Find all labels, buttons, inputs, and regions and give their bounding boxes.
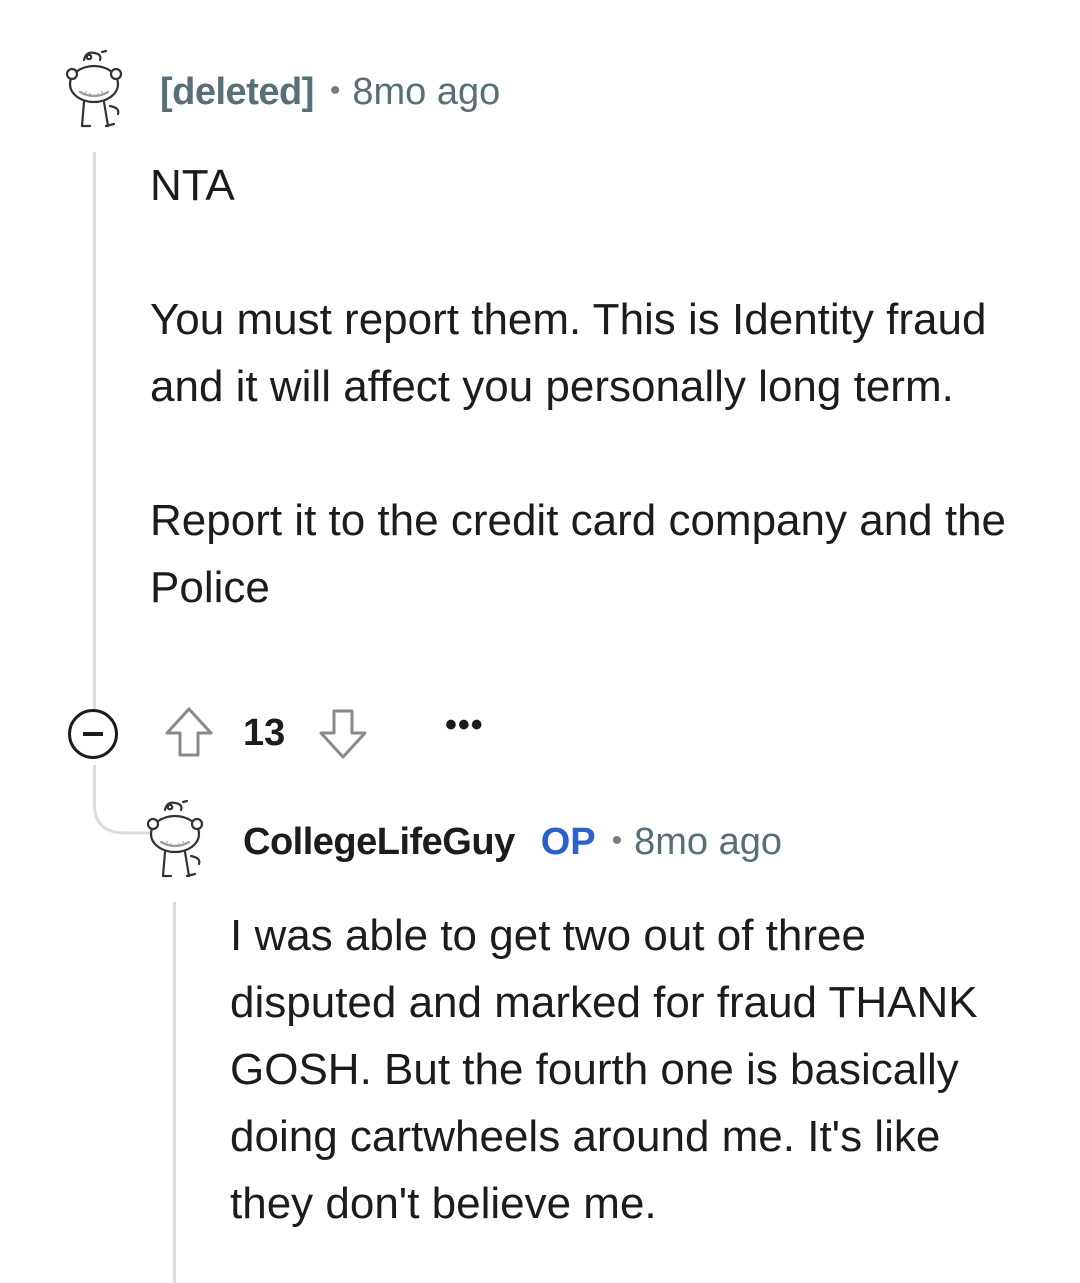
op-badge: OP [540, 821, 596, 863]
comment-meta: [deleted] • 8mo ago [160, 70, 500, 117]
meta-separator: • [329, 74, 341, 107]
comment-author[interactable]: [deleted] [160, 71, 314, 113]
comment-body: I was able to get two out of three dispu… [230, 902, 1010, 1237]
comment-paragraph: I was able to get two out of three dispu… [230, 911, 978, 1228]
comment-actions: 13 ••• [60, 700, 560, 770]
meta-separator: • [611, 824, 623, 857]
thread-line-main[interactable] [93, 152, 96, 712]
comment-body: NTA You must report them. This is Identi… [150, 152, 1030, 621]
comment-paragraph: Report it to the credit card company and… [150, 496, 1007, 612]
thread-line-reply[interactable] [173, 902, 176, 1283]
snoo-avatar-icon[interactable] [62, 48, 126, 132]
comment-meta: CollegeLifeGuy OP • 8mo ago [243, 820, 782, 867]
upvote-arrow-icon[interactable] [163, 705, 215, 761]
vote-score: 13 [243, 712, 286, 754]
comment-author[interactable]: CollegeLifeGuy [243, 821, 515, 863]
downvote-arrow-icon[interactable] [317, 707, 369, 763]
collapse-minus-icon[interactable] [68, 709, 118, 759]
more-options-button[interactable]: ••• [445, 706, 484, 745]
snoo-avatar-icon[interactable] [143, 798, 207, 882]
comment-timestamp[interactable]: 8mo ago [352, 71, 500, 113]
comment-timestamp[interactable]: 8mo ago [634, 821, 782, 863]
comment-paragraph: NTA [150, 161, 235, 210]
comment-paragraph: You must report them. This is Identity f… [150, 295, 987, 411]
